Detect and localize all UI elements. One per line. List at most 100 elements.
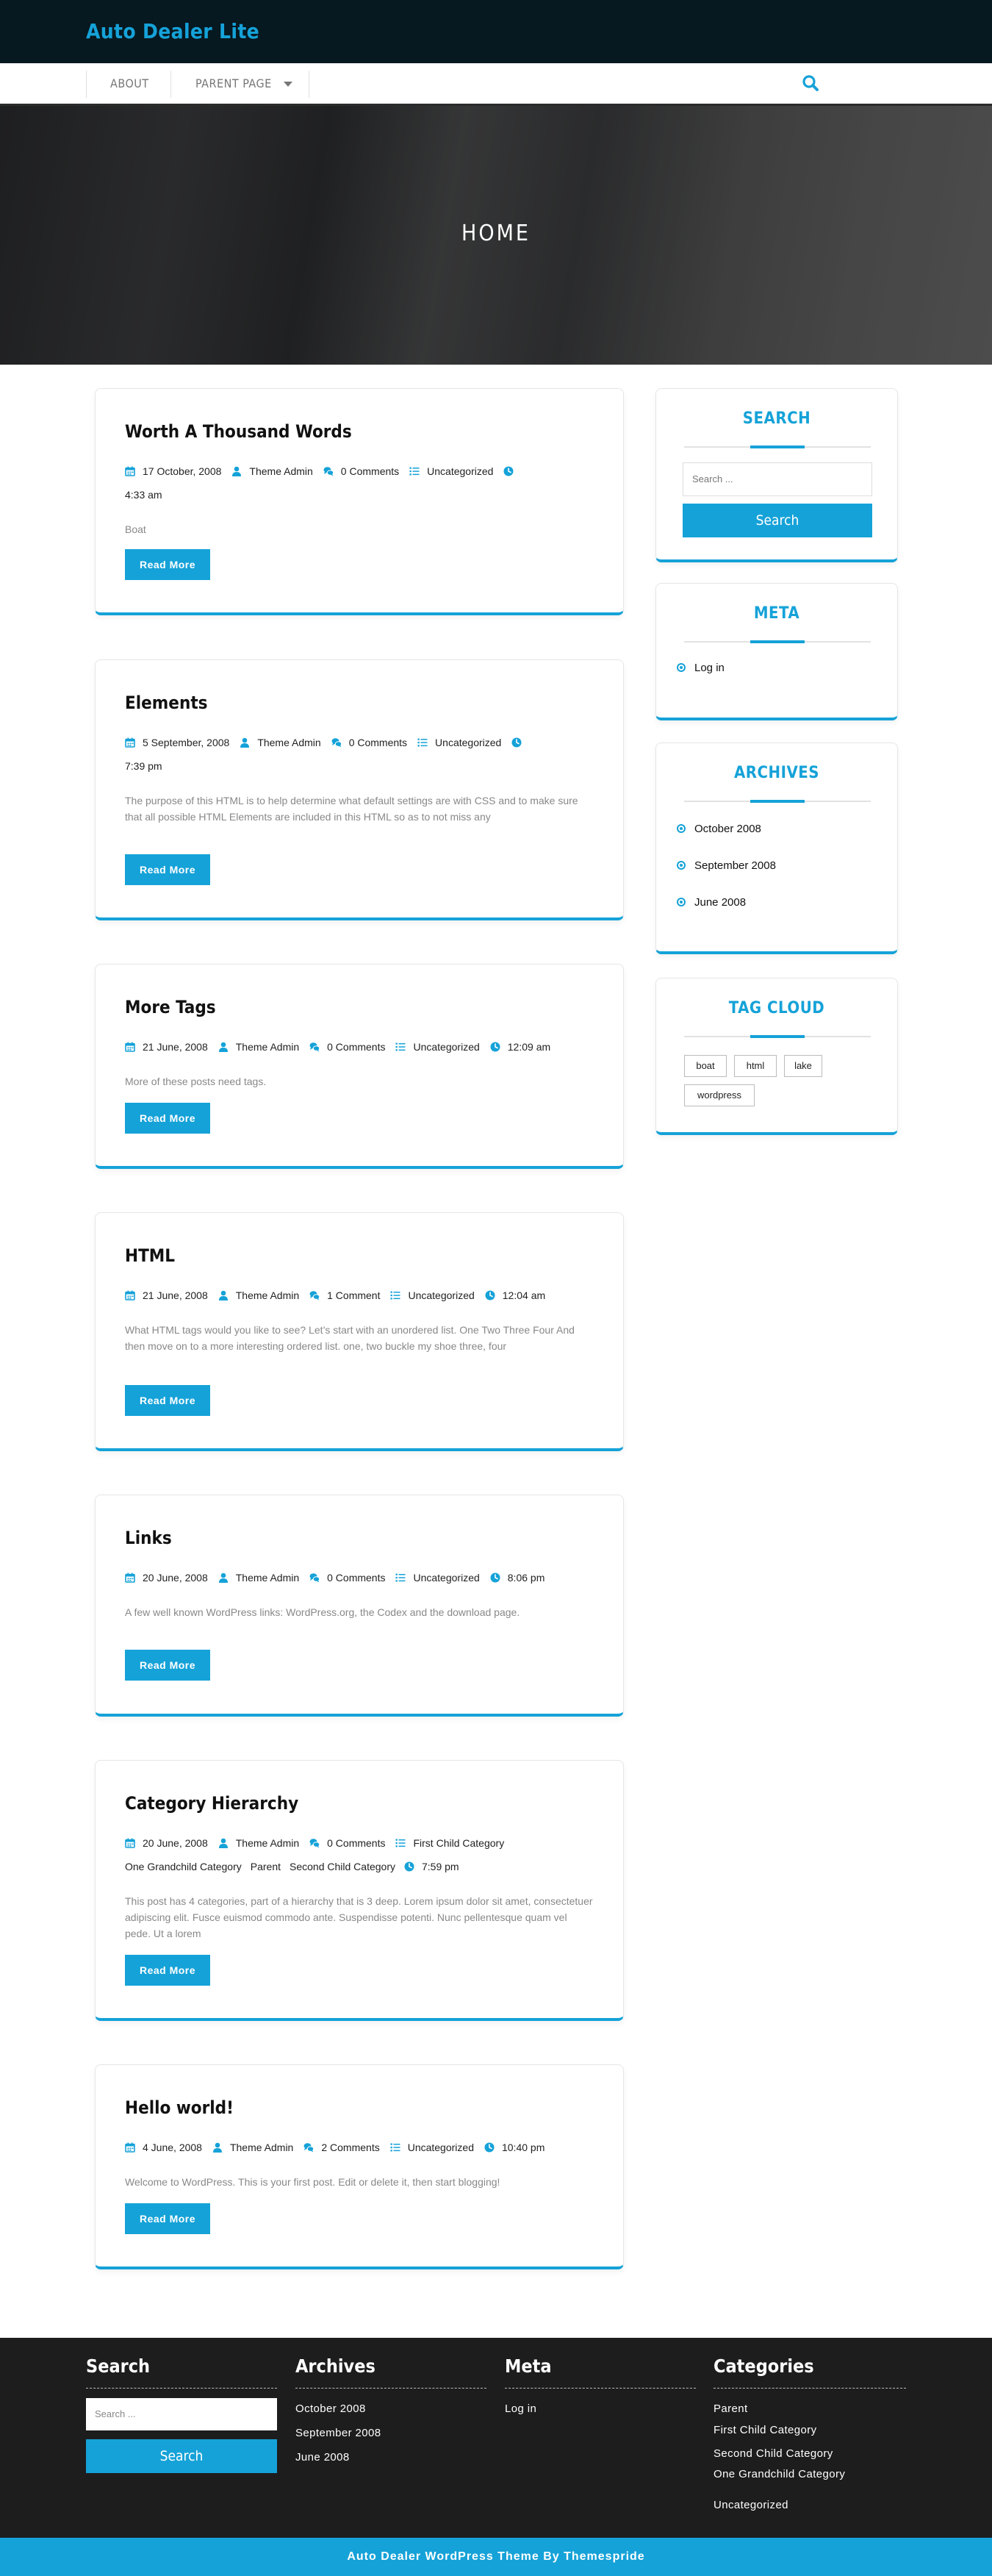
- calendar-icon: [125, 1572, 135, 1583]
- post-comments[interactable]: 0 Comments: [327, 1041, 385, 1053]
- post-comments[interactable]: 0 Comments: [341, 465, 399, 477]
- category-list-icon: [390, 2143, 400, 2152]
- post-comments[interactable]: 0 Comments: [327, 1837, 385, 1849]
- footer-search-input[interactable]: Search ...: [86, 2398, 277, 2430]
- tag-link[interactable]: boat: [684, 1055, 727, 1077]
- post-category[interactable]: Uncategorized: [435, 737, 501, 748]
- footer-divider: [295, 2388, 486, 2389]
- post-comments[interactable]: 2 Comments: [321, 2142, 379, 2153]
- post-date[interactable]: 20 June, 2008: [143, 1572, 208, 1584]
- post-card: Elements 5 September, 2008 Theme Admin 0 C…: [95, 659, 624, 920]
- comments-icon: [331, 737, 342, 748]
- footer-search-button[interactable]: Search: [86, 2439, 277, 2473]
- read-more-button[interactable]: Read More: [125, 1650, 210, 1681]
- read-more-button[interactable]: Read More: [125, 2203, 210, 2234]
- comments-icon: [303, 2142, 315, 2153]
- read-more-button[interactable]: Read More: [125, 549, 210, 580]
- read-more-button[interactable]: Read More: [125, 854, 210, 885]
- post-card: Category Hierarchy 20 June, 2008 Theme Ad…: [95, 1760, 624, 2021]
- main-nav: ABOUT PARENT PAGE: [0, 63, 992, 106]
- footer-category-link[interactable]: Parent: [714, 2403, 748, 2415]
- category-list-icon: [409, 467, 420, 476]
- footer-meta-title: Meta: [505, 2355, 552, 2377]
- post-date[interactable]: 17 October, 2008: [143, 465, 221, 477]
- archive-link[interactable]: June 2008: [677, 896, 746, 909]
- post-excerpt: More of these posts need tags.: [125, 1076, 267, 1087]
- post-card: Worth A Thousand Words 17 October, 2008 T…: [95, 388, 624, 615]
- post-card: Links 20 June, 2008 Theme Admin 0 Comments…: [95, 1495, 624, 1717]
- read-more-button[interactable]: Read More: [125, 1385, 210, 1416]
- tag-link[interactable]: lake: [784, 1055, 822, 1077]
- link-label: Log in: [694, 662, 725, 674]
- footer-archive-link[interactable]: October 2008: [295, 2403, 366, 2415]
- post-author[interactable]: Theme Admin: [236, 1289, 299, 1301]
- footer-archives-title: Archives: [295, 2355, 375, 2377]
- user-icon: [218, 1838, 228, 1848]
- post-category[interactable]: Uncategorized: [413, 1572, 479, 1584]
- chevron-down-icon: [283, 82, 292, 87]
- archive-link[interactable]: September 2008: [677, 859, 776, 872]
- footer-category-link[interactable]: First Child Category: [714, 2424, 817, 2436]
- post-date[interactable]: 5 September, 2008: [143, 737, 229, 748]
- widget-title: TAG CLOUD: [728, 999, 825, 1017]
- search-input[interactable]: Search ...: [683, 462, 872, 496]
- clock-icon: [484, 1289, 496, 1301]
- footer-archive-link[interactable]: September 2008: [295, 2427, 381, 2439]
- comments-icon: [309, 1838, 320, 1848]
- post-date[interactable]: 20 June, 2008: [143, 1837, 208, 1849]
- nav-item-parent-page[interactable]: PARENT PAGE: [195, 63, 292, 104]
- footer-category-link[interactable]: One Grandchild Category: [714, 2468, 845, 2480]
- tag-link[interactable]: wordpress: [684, 1084, 755, 1106]
- nav-divider: [86, 71, 87, 98]
- footer-category-link[interactable]: Second Child Category: [714, 2447, 833, 2460]
- post-category[interactable]: First Child Category: [413, 1837, 504, 1849]
- post-comments[interactable]: 1 Comment: [327, 1289, 380, 1301]
- read-more-button[interactable]: Read More: [125, 1955, 210, 1986]
- post-title[interactable]: Hello world!: [125, 2097, 234, 2118]
- post-title[interactable]: Elements: [125, 693, 208, 713]
- nav-item-about[interactable]: ABOUT: [110, 63, 149, 104]
- tag-link[interactable]: html: [734, 1055, 777, 1077]
- footer-meta-link[interactable]: Log in: [505, 2403, 536, 2415]
- site-title[interactable]: Auto Dealer Lite: [86, 19, 259, 43]
- footer-category-link[interactable]: Uncategorized: [714, 2499, 788, 2511]
- post-date[interactable]: 21 June, 2008: [143, 1289, 208, 1301]
- post-author[interactable]: Theme Admin: [236, 1837, 299, 1849]
- post-comments[interactable]: 0 Comments: [327, 1572, 385, 1584]
- category-list-icon: [417, 738, 428, 747]
- post-title[interactable]: Worth A Thousand Words: [125, 421, 352, 442]
- post-category[interactable]: Uncategorized: [408, 1289, 474, 1301]
- read-more-button[interactable]: Read More: [125, 1103, 210, 1134]
- archive-link[interactable]: October 2008: [677, 823, 761, 835]
- widget-title-underline: [684, 1035, 871, 1038]
- meta-link-login[interactable]: Log in: [677, 662, 725, 674]
- post-category[interactable]: Second Child Category: [290, 1861, 395, 1872]
- post-comments[interactable]: 0 Comments: [349, 737, 407, 748]
- post-category[interactable]: Uncategorized: [413, 1041, 479, 1053]
- search-icon[interactable]: [801, 74, 822, 94]
- post-author[interactable]: Theme Admin: [236, 1041, 299, 1053]
- post-category[interactable]: One Grandchild Category: [125, 1861, 242, 1872]
- category-list-icon: [390, 1291, 400, 1300]
- post-author[interactable]: Theme Admin: [257, 737, 320, 748]
- post-title[interactable]: Category Hierarchy: [125, 1793, 298, 1814]
- footer-divider: [505, 2388, 696, 2389]
- calendar-icon: [125, 2142, 135, 2153]
- post-author[interactable]: Theme Admin: [236, 1572, 299, 1584]
- post-category[interactable]: Uncategorized: [408, 2142, 474, 2153]
- post-title[interactable]: More Tags: [125, 997, 216, 1017]
- post-excerpt: A few well known WordPress links: WordPr…: [125, 1606, 520, 1618]
- post-author[interactable]: Theme Admin: [230, 2142, 293, 2153]
- post-category[interactable]: Parent: [251, 1861, 281, 1872]
- search-button[interactable]: Search: [683, 504, 872, 537]
- post-title[interactable]: Links: [125, 1528, 172, 1548]
- user-icon: [218, 1290, 228, 1300]
- footer-archive-link[interactable]: June 2008: [295, 2451, 350, 2464]
- post-author[interactable]: Theme Admin: [249, 465, 312, 477]
- post-title[interactable]: HTML: [125, 1245, 175, 1266]
- post-date[interactable]: 4 June, 2008: [143, 2142, 202, 2153]
- post-date[interactable]: 21 June, 2008: [143, 1041, 208, 1053]
- footer-credit[interactable]: Auto Dealer WordPress Theme By Themespri…: [0, 2538, 992, 2576]
- user-icon: [218, 1573, 228, 1583]
- post-category[interactable]: Uncategorized: [427, 465, 493, 477]
